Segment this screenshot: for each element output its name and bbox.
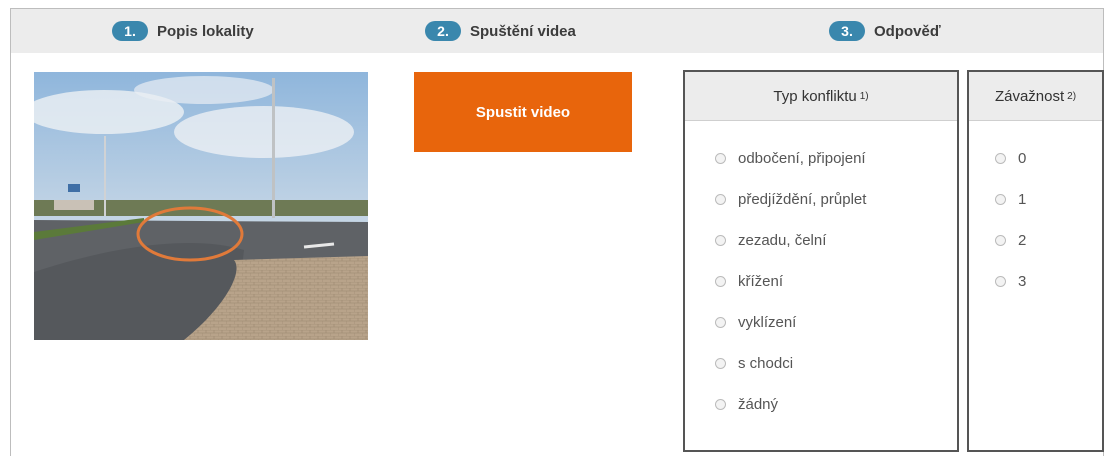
radio-circle-icon[interactable]	[995, 235, 1006, 246]
severity-option-label: 0	[1018, 150, 1027, 167]
conflict-option-7[interactable]: žádný	[715, 396, 778, 413]
step-2: 2. Spuštění videa	[425, 9, 576, 53]
conflict-option-3[interactable]: zezadu, čelní	[715, 232, 826, 249]
severity-title: Závažnost	[994, 87, 1065, 105]
conflict-option-label: vyklízení	[738, 314, 797, 331]
step-label-1: Popis lokality	[157, 22, 254, 40]
conflict-option-label: zezadu, čelní	[738, 232, 827, 249]
severity-footnote: 2)	[1067, 90, 1077, 102]
radio-circle-icon[interactable]	[995, 194, 1006, 205]
step-label-3: Odpověď	[874, 22, 941, 40]
step-1: 1. Popis lokality	[112, 9, 254, 53]
severity-panel: Závažnost 2) 0 1 2 3	[967, 70, 1104, 452]
conflict-option-6[interactable]: s chodci	[715, 355, 793, 372]
start-video-button[interactable]: Spustit video	[414, 72, 632, 152]
severity-header: Závažnost 2)	[969, 72, 1102, 121]
severity-option-2[interactable]: 2	[995, 232, 1026, 249]
step-number-1: 1.	[112, 21, 148, 41]
conflict-option-label: křížení	[738, 273, 784, 290]
step-number-3: 3.	[829, 21, 865, 41]
conflict-option-4[interactable]: křížení	[715, 273, 783, 290]
severity-option-1[interactable]: 1	[995, 191, 1026, 208]
conflict-type-title: Typ konfliktu	[773, 87, 857, 105]
conflict-type-footnote: 1)	[859, 90, 869, 102]
radio-circle-icon[interactable]	[715, 399, 726, 410]
conflict-option-label: žádný	[738, 396, 779, 413]
conflict-option-5[interactable]: vyklízení	[715, 314, 796, 331]
conflict-option-label: s chodci	[738, 355, 794, 372]
severity-option-3[interactable]: 3	[995, 273, 1026, 290]
radio-circle-icon[interactable]	[715, 235, 726, 246]
severity-option-label: 3	[1018, 273, 1027, 290]
step-label-2: Spuštění videa	[470, 22, 576, 40]
radio-circle-icon[interactable]	[995, 276, 1006, 287]
conflict-type-header: Typ konfliktu 1)	[685, 72, 957, 121]
radio-circle-icon[interactable]	[995, 153, 1006, 164]
radio-circle-icon[interactable]	[715, 358, 726, 369]
step-3: 3. Odpověď	[829, 9, 941, 53]
radio-circle-icon[interactable]	[715, 317, 726, 328]
location-photo	[34, 72, 368, 340]
steps-bar: 1. Popis lokality 2. Spuštění videa 3. O…	[11, 9, 1103, 53]
conflict-type-panel: Typ konfliktu 1) odbočení, připojení pře…	[683, 70, 959, 452]
severity-option-label: 1	[1018, 191, 1027, 208]
conflict-option-label: odbočení, připojení	[738, 150, 866, 167]
radio-circle-icon[interactable]	[715, 276, 726, 287]
step-number-2: 2.	[425, 21, 461, 41]
radio-circle-icon[interactable]	[715, 153, 726, 164]
radio-circle-icon[interactable]	[715, 194, 726, 205]
conflict-option-2[interactable]: předjíždění, průplet	[715, 191, 866, 208]
conflict-option-label: předjíždění, průplet	[738, 191, 867, 208]
conflict-option-1[interactable]: odbočení, připojení	[715, 150, 866, 167]
severity-option-0[interactable]: 0	[995, 150, 1026, 167]
severity-option-label: 2	[1018, 232, 1027, 249]
